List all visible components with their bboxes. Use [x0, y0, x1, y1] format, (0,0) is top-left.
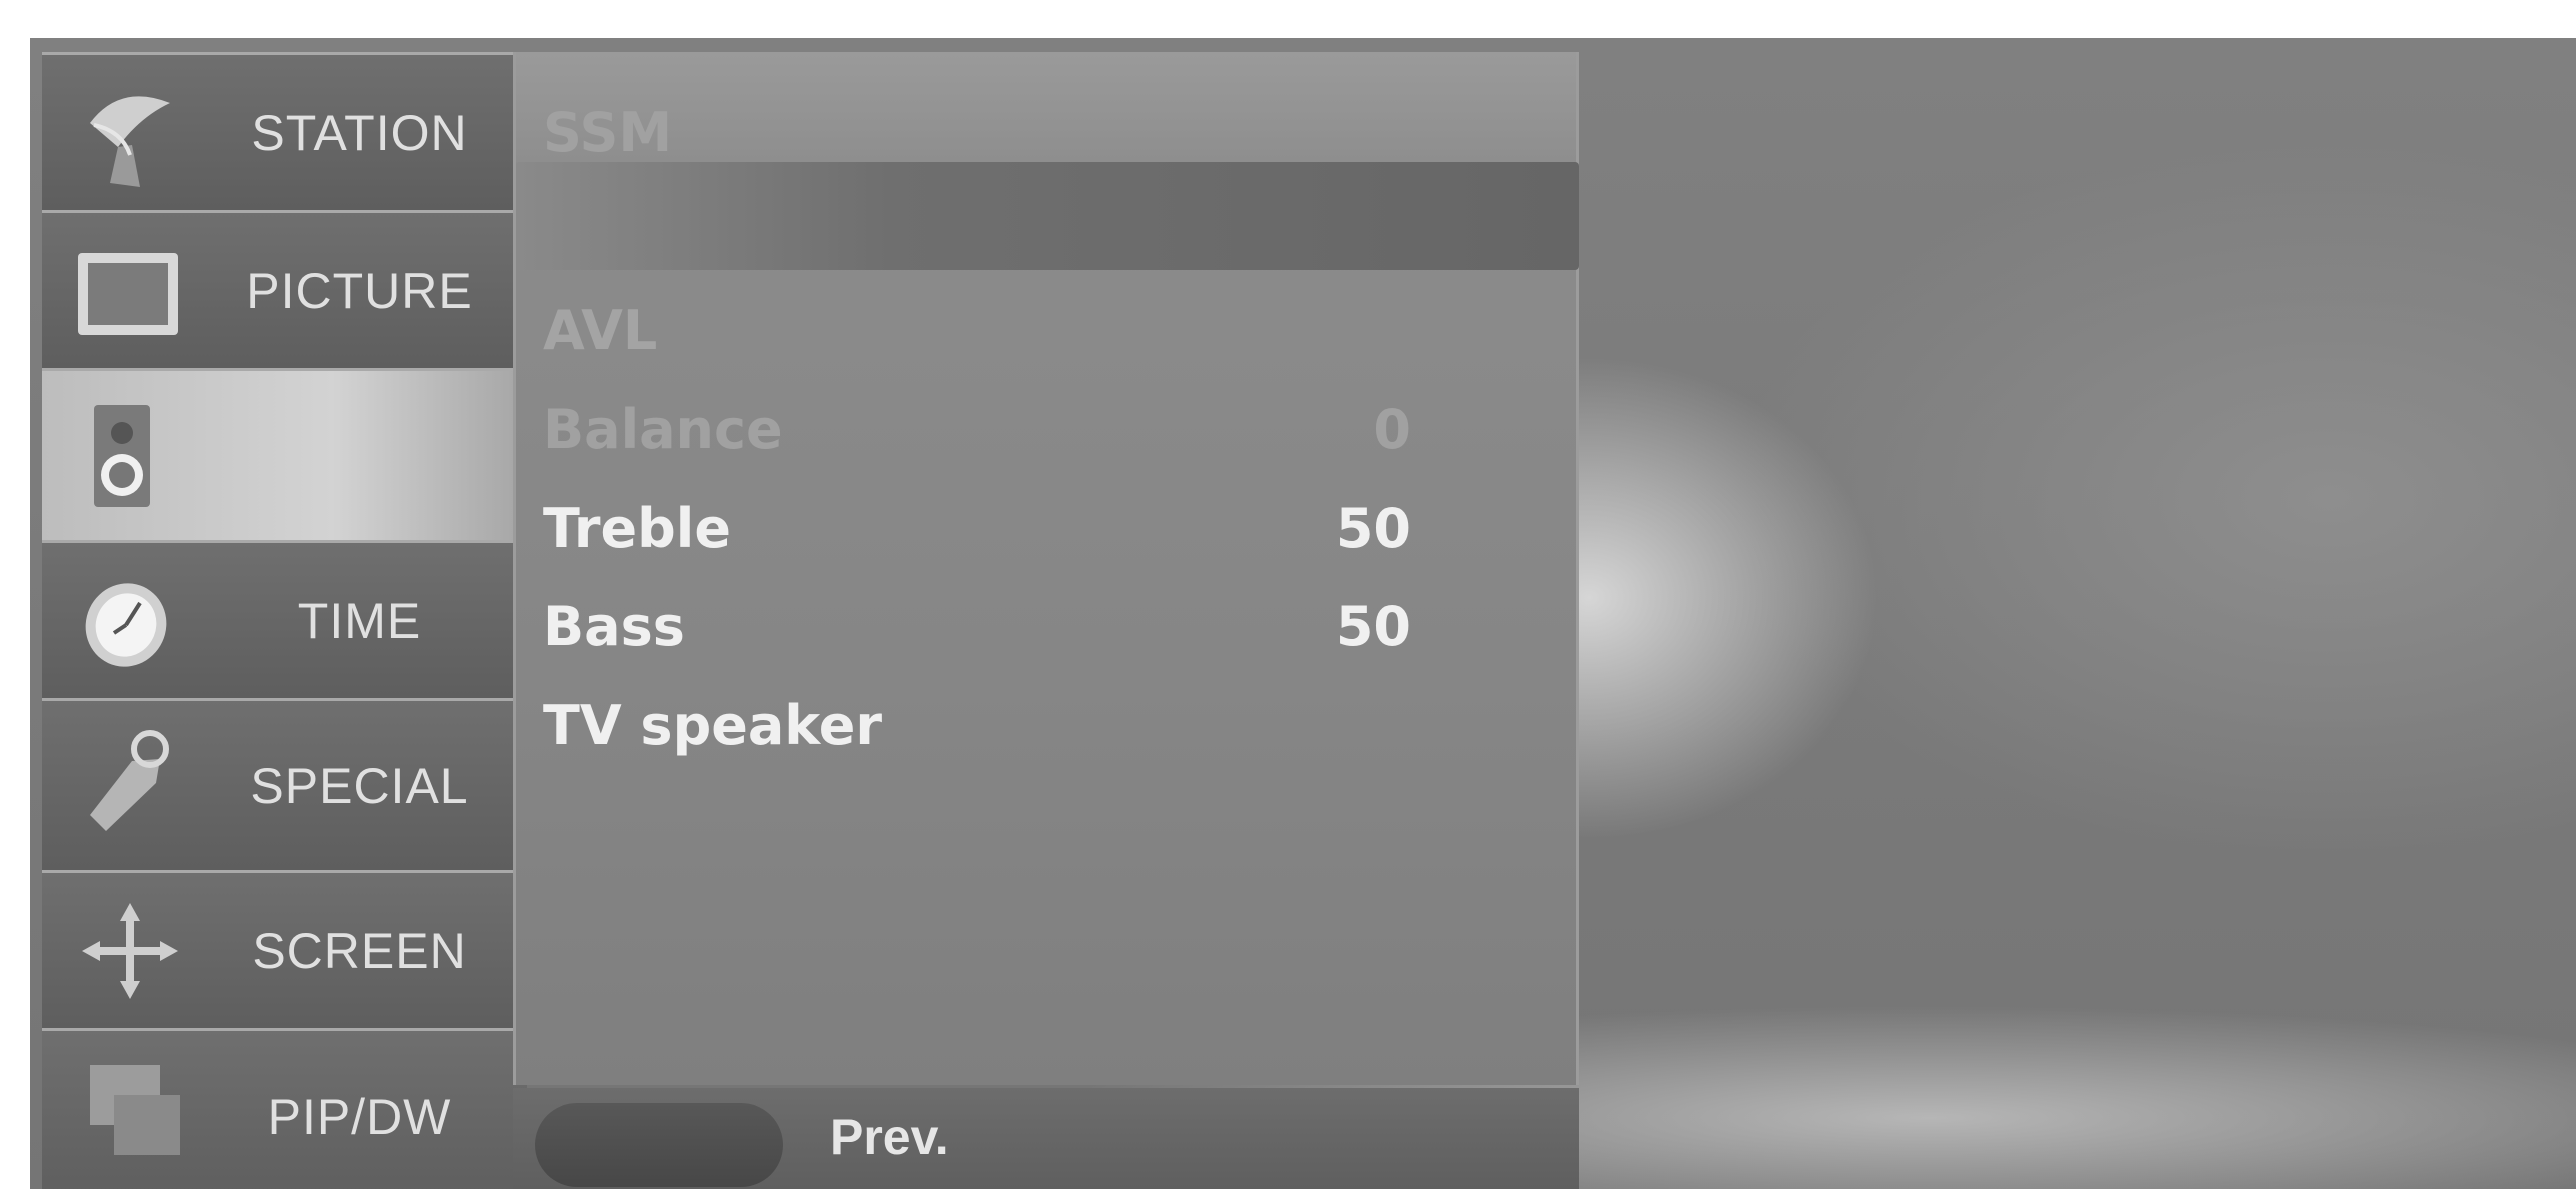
sidebar-item-label: PIP/DW — [267, 1089, 452, 1145]
sidebar-item-special[interactable]: SPECIAL — [42, 698, 527, 870]
tv-screen-icon — [78, 253, 178, 335]
menu-item-balance[interactable]: Balance 0 — [516, 379, 1576, 479]
menu-item-value: 50 — [1335, 594, 1411, 658]
tag-icon — [90, 730, 169, 831]
sidebar-item-label: STATION — [251, 104, 468, 161]
menu-item-label: Treble — [543, 496, 731, 560]
satellite-dish-icon — [90, 96, 170, 187]
prev-label: Prev. — [830, 1109, 949, 1165]
sidebar-item-label: SCREEN — [252, 922, 467, 979]
prev-color-button[interactable] — [535, 1103, 783, 1187]
menu-item-avl[interactable]: AVL — [516, 280, 1576, 380]
bottom-hint-bar: Prev. — [513, 1088, 1579, 1189]
sound-menu-panel: SSM AVL Balance 0 Treble 50 Bass 50 TV s… — [513, 52, 1579, 1085]
clock-icon — [85, 583, 167, 667]
sidebar-item-pip-dw[interactable]: PIP/DW — [42, 1028, 527, 1189]
sidebar-item-label: PICTURE — [246, 262, 473, 319]
menu-item-value: 50 — [1335, 496, 1411, 560]
osd-screen: STATION PICTURE TIME SPECIAL SCREEN PIP/… — [30, 38, 2576, 1189]
menu-item-label: Bass — [543, 594, 685, 658]
menu-item-bass[interactable]: Bass 50 — [516, 576, 1576, 676]
speaker-icon — [94, 405, 150, 507]
sidebar-item-station[interactable]: STATION — [42, 52, 527, 210]
menu-item-ssm[interactable]: SSM — [516, 82, 1576, 182]
menu-item-value: 0 — [1373, 397, 1411, 461]
move-arrows-icon — [82, 903, 178, 999]
menu-item-tv-speaker[interactable]: TV speaker — [516, 675, 1576, 775]
sidebar-item-label — [202, 371, 517, 540]
sidebar-item-time[interactable]: TIME — [42, 540, 527, 698]
sidebar-item-label: TIME — [297, 592, 422, 649]
menu-item-label: SSM — [543, 100, 673, 164]
sidebar-item-sound[interactable] — [42, 368, 527, 540]
menu-item-label: Balance — [543, 397, 783, 461]
menu-item-label: TV speaker — [543, 693, 883, 757]
menu-item-label: AVL — [543, 298, 658, 362]
sidebar-item-label: SPECIAL — [250, 757, 469, 814]
sidebar-item-picture[interactable]: PICTURE — [42, 210, 527, 368]
sidebar-item-screen[interactable]: SCREEN — [42, 870, 527, 1028]
pip-window-icon — [90, 1065, 180, 1155]
menu-item-treble[interactable]: Treble 50 — [516, 478, 1576, 578]
